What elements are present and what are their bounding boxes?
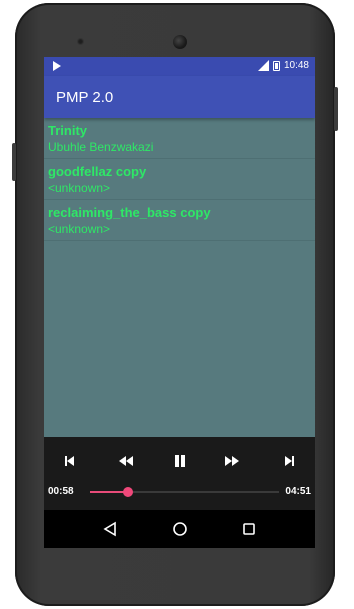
track-item[interactable]: Trinity Ubuhle Benzwakazi <box>44 118 315 159</box>
track-title: Trinity <box>48 123 88 138</box>
fast-forward-icon[interactable] <box>222 451 242 471</box>
navigation-bar <box>44 510 315 548</box>
track-artist: <unknown> <box>48 181 111 195</box>
seek-bar[interactable] <box>90 487 279 497</box>
signal-icon <box>257 60 269 71</box>
pause-icon[interactable] <box>170 451 190 471</box>
recents-icon[interactable] <box>241 521 257 537</box>
battery-icon <box>272 60 280 71</box>
status-bar: 10:48 <box>44 57 315 76</box>
transport-buttons <box>44 451 315 471</box>
device-screen: 10:48 PMP 2.0 Trinity Ubuhle Benzwakazi … <box>44 57 315 548</box>
track-artist: <unknown> <box>48 222 111 236</box>
camera-icon <box>173 35 187 49</box>
track-title: goodfellaz copy <box>48 164 147 179</box>
skip-previous-icon[interactable] <box>61 451 81 471</box>
status-time: 10:48 <box>283 60 309 71</box>
status-indicators: 10:48 <box>257 60 309 71</box>
track-list: Trinity Ubuhle Benzwakazi goodfellaz cop… <box>44 118 315 241</box>
sensor-dot <box>77 38 84 45</box>
track-artist: Ubuhle Benzwakazi <box>48 140 154 154</box>
home-icon[interactable] <box>172 521 188 537</box>
track-item[interactable]: goodfellaz copy <unknown> <box>44 159 315 200</box>
track-title: reclaiming_the_bass copy <box>48 205 211 220</box>
player-controls: 00:58 04:51 <box>44 437 315 510</box>
skip-next-icon[interactable] <box>278 451 298 471</box>
elapsed-time: 00:58 <box>48 486 74 497</box>
play-icon <box>53 61 61 71</box>
volume-button <box>12 143 16 181</box>
track-item[interactable]: reclaiming_the_bass copy <unknown> <box>44 200 315 241</box>
app-title: PMP 2.0 <box>56 89 114 106</box>
back-icon[interactable] <box>102 521 118 537</box>
rewind-icon[interactable] <box>117 451 137 471</box>
app-bar: PMP 2.0 <box>44 76 315 118</box>
power-button <box>334 87 338 131</box>
total-time: 04:51 <box>285 486 311 497</box>
seek-thumb[interactable] <box>122 487 133 497</box>
